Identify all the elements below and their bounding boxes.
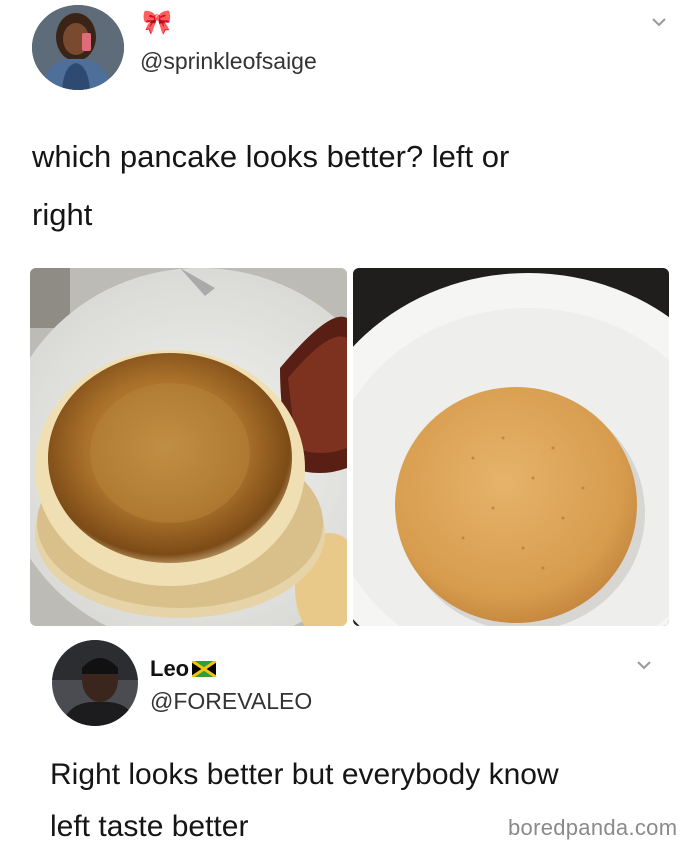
tweet-author-avatar[interactable] (32, 5, 124, 90)
author-emoji: 🎀 (142, 9, 172, 36)
reply-handle[interactable]: @FOREVALEO (150, 688, 312, 715)
watermark: boredpanda.com (508, 815, 678, 840)
tweet-text-line1: which pancake looks better? left or (32, 139, 510, 174)
reply-author-avatar[interactable] (52, 640, 138, 726)
tweet-text-line2: right (32, 197, 93, 232)
reply-text-line1: Right looks better but everybody know (50, 758, 559, 791)
chevron-down-icon[interactable] (651, 14, 667, 30)
reply-name[interactable]: Leo (150, 656, 189, 682)
chevron-down-icon[interactable] (636, 657, 652, 673)
left-pancake-photo[interactable] (30, 268, 347, 626)
jamaica-flag-icon (191, 659, 217, 679)
reply-text-line2: left taste better (50, 810, 249, 843)
tweet-handle[interactable]: @sprinkleofsaige (140, 48, 317, 75)
right-pancake-photo[interactable] (353, 268, 669, 626)
